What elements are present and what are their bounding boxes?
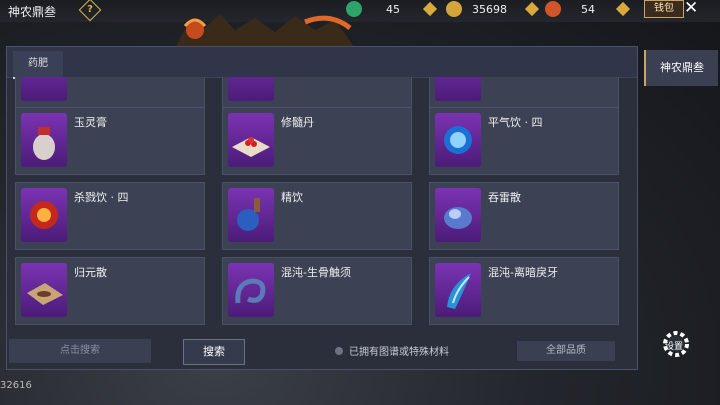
fire-token-icon — [545, 1, 561, 17]
owned-filter-radio[interactable] — [335, 347, 343, 355]
item-name: 精饮 — [281, 191, 303, 204]
tentacle-icon — [228, 263, 274, 317]
gold-ingot-icon — [446, 1, 462, 17]
page-title: 神农鼎叁 — [8, 5, 57, 19]
add-jade-icon[interactable] — [422, 1, 438, 17]
item-name: 归元散 — [74, 266, 107, 279]
item-card[interactable]: 吞雷散 — [429, 182, 619, 250]
add-gold-icon[interactable] — [524, 1, 540, 17]
item-card[interactable] — [15, 77, 205, 109]
filter-bar: 点击搜索 搜索 已拥有图谱或特殊材料 全部品质 — [7, 337, 637, 369]
search-input[interactable]: 点击搜索 — [9, 339, 151, 363]
jade-count: 45 — [386, 3, 400, 16]
blue-orb-icon — [435, 113, 481, 167]
tab-shennong-cauldron[interactable]: 神农鼎叁 — [644, 50, 718, 86]
item-card[interactable]: 归元散 — [15, 257, 205, 325]
fang-icon — [435, 263, 481, 317]
item-card[interactable] — [429, 77, 619, 109]
settings-label: 设置 — [665, 342, 684, 352]
item-grid[interactable]: 玉灵膏 修髓丹 平气饮 · 四 杀戮饮 · 四 精饮 吞雷散 归元散 混沌-生骨… — [7, 77, 637, 327]
tab-medicine[interactable]: 药肥 — [13, 51, 63, 79]
item-name: 玉灵膏 — [74, 116, 107, 129]
lightning-powder-icon — [435, 188, 481, 242]
item-card[interactable] — [222, 77, 412, 109]
item-name: 混沌-离暗戾牙 — [488, 266, 558, 279]
item-name: 平气饮 · 四 — [488, 116, 543, 129]
gold-count: 35698 — [472, 3, 507, 16]
tab-strip: 药肥 — [7, 47, 637, 79]
item-card[interactable]: 精饮 — [222, 182, 412, 250]
powder-paper-icon — [21, 263, 67, 317]
potion-flask-icon — [228, 188, 274, 242]
jar-icon — [21, 113, 67, 167]
wallet-button[interactable]: 钱包 — [644, 0, 684, 18]
quality-filter-dropdown[interactable]: 全部品质 — [517, 341, 615, 361]
item-card[interactable]: 杀戮饮 · 四 — [15, 182, 205, 250]
search-button[interactable]: 搜索 — [183, 339, 245, 365]
item-card[interactable]: 玉灵膏 — [15, 107, 205, 175]
item-name: 吞雷散 — [488, 191, 521, 204]
owned-filter-label: 已拥有图谱或特殊材料 — [349, 347, 449, 358]
red-pills-icon — [228, 113, 274, 167]
item-card[interactable]: 修髓丹 — [222, 107, 412, 175]
help-icon[interactable]: ? — [78, 0, 102, 22]
close-icon[interactable]: ✕ — [684, 0, 698, 18]
item-name: 混沌-生骨触须 — [281, 266, 351, 279]
coordinate-readout: 32616 — [0, 380, 32, 391]
token-count: 54 — [581, 3, 595, 16]
item-card[interactable]: 混沌-离暗戾牙 — [429, 257, 619, 325]
item-card[interactable]: 混沌-生骨触须 — [222, 257, 412, 325]
fire-orb-icon — [21, 188, 67, 242]
inventory-panel: 药肥 玉灵膏 修髓丹 平气饮 · 四 杀戮饮 · 四 精饮 吞雷散 归元散 混沌… — [6, 46, 638, 370]
item-name: 杀戮饮 · 四 — [74, 191, 129, 204]
monster-decoration — [175, 14, 355, 48]
item-card[interactable]: 平气饮 · 四 — [429, 107, 619, 175]
item-name: 修髓丹 — [281, 116, 314, 129]
add-token-icon[interactable] — [615, 1, 631, 17]
